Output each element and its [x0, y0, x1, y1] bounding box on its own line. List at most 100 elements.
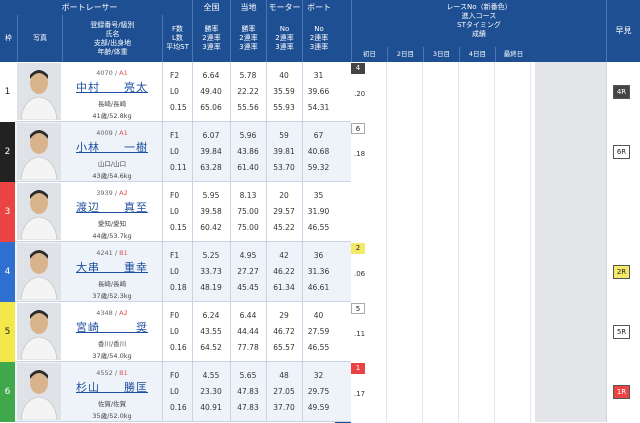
boat-stats-1: 40 [313, 311, 324, 320]
st-timing: .20 [354, 90, 366, 98]
boat-stats-1: 36 [313, 251, 324, 260]
touchi-stats-1: 5.78 [239, 71, 257, 80]
racer-branch: 佐賀/佐賀 [97, 400, 127, 408]
quick-race-link[interactable]: 2R [613, 265, 630, 279]
zenkoku-header: 全国 [192, 0, 230, 15]
touchi-stats-1: 5.65 [239, 371, 257, 380]
racer-photo [17, 243, 61, 300]
zenkoku-stats-2: 39.84 [200, 147, 222, 156]
boat-stats: 67 40.68 59.32 [302, 122, 335, 182]
racer-profile: 4241 / B1 大串 重幸 長崎/長崎 37歳/52.3kg [62, 242, 162, 302]
l-count: L0 [170, 327, 179, 336]
racer-name-link[interactable]: 宮崎 奨 [62, 319, 162, 335]
zenkoku-stats-3: 40.91 [200, 403, 222, 412]
days-header: 初日 2日目 3日目 4日目 最終日 [351, 47, 606, 62]
racer-profile: 4552 / B1 杉山 勝匡 佐賀/佐賀 35歳/52.0kg [62, 362, 162, 422]
zenkoku-stats-2: 43.55 [200, 327, 222, 336]
f-stats: F0 L0 0.16 [162, 362, 192, 422]
race-no-tag: 4 [351, 63, 365, 74]
f-count: F0 [170, 191, 180, 200]
racer-class: A2 [119, 309, 128, 317]
touchi-stats-3: 75.00 [237, 223, 259, 232]
result-cell [459, 62, 495, 122]
f-count: F0 [170, 311, 180, 320]
motor-stats-2: 35.59 [273, 87, 295, 96]
touchi-stats: 5.65 47.83 47.83 [230, 362, 266, 422]
zenkoku-stats-1: 5.95 [202, 191, 220, 200]
racer-id: 3939 [96, 189, 113, 197]
touchi-header: 当地 [230, 0, 266, 15]
race-no-tag: 2 [351, 243, 365, 254]
racer-branch: 長崎/長崎 [97, 280, 127, 288]
boat-header: ボート [302, 0, 335, 15]
motor-stats-2: 27.05 [273, 387, 295, 396]
race-no-tag: 1 [351, 363, 365, 374]
boat-stats-1: 35 [313, 191, 324, 200]
racer-age-weight: 35歳/52.0kg [92, 412, 132, 420]
boat-stats-2: 27.59 [307, 327, 330, 336]
racer-name-link[interactable]: 杉山 勝匡 [62, 379, 162, 395]
racer-age-weight: 44歳/53.7kg [92, 232, 132, 240]
racer-name-link[interactable]: 小林 一樹 [62, 139, 162, 155]
motor-stats-2: 46.72 [273, 327, 295, 336]
racer-row: 1 4070 / A1 中村 亮太 長崎/長崎 41歳/52.8kg F2 L0… [0, 62, 640, 122]
result-cell [351, 182, 387, 242]
motor-stats-1: 29 [279, 311, 289, 320]
waku-number: 6 [0, 362, 15, 422]
touchi-stats-1: 6.44 [239, 311, 257, 320]
result-cell [495, 362, 531, 422]
racer-row: 6 4552 / B1 杉山 勝匡 佐賀/佐賀 35歳/52.0kg F0 L0… [0, 362, 640, 422]
results-grid: 6 .18 [351, 122, 606, 182]
result-cell [423, 62, 459, 122]
touchi-stats: 4.95 27.27 45.45 [230, 242, 266, 302]
day-header-3: 3日目 [423, 47, 459, 62]
touchi-stats-3: 55.56 [237, 103, 259, 112]
racer-branch: 長崎/長崎 [97, 100, 127, 108]
racer-id-line: 4241 / B1 [96, 249, 128, 257]
boat-stats-2: 29.75 [307, 387, 330, 396]
waku-number: 4 [0, 242, 15, 302]
racer-silhouette-icon [17, 123, 61, 180]
boat-stats: 40 27.59 46.55 [302, 302, 335, 362]
quick-race-link[interactable]: 1R [613, 385, 630, 399]
result-cell [423, 242, 459, 302]
l-count: L0 [170, 207, 179, 216]
day-header-4: 4日目 [459, 47, 495, 62]
result-cell [423, 362, 459, 422]
boat-stats-2: 31.90 [307, 207, 330, 216]
quick-race-link[interactable]: 6R [613, 145, 630, 159]
f-stats: F1 L0 0.11 [162, 122, 192, 182]
motor-stats-1: 42 [279, 251, 289, 260]
racer-age-weight: 41歳/52.8kg [92, 112, 132, 120]
motor-stats: 20 29.57 45.22 [266, 182, 302, 242]
boat-stats-3: 54.31 [307, 103, 330, 112]
motor-stats: 42 46.22 61.34 [266, 242, 302, 302]
zenkoku-stats-3: 60.42 [200, 223, 222, 232]
zenkoku-stats-2: 49.40 [200, 87, 222, 96]
racer-photo [17, 303, 61, 360]
racer-name-link[interactable]: 大串 重幸 [62, 259, 162, 275]
race-program: 枠 ボートレーサー 写真 登録番号/級別 氏名 支部/出身地 年齢/体重 F数 … [0, 0, 640, 423]
racer-id-line: 4070 / A1 [96, 69, 128, 77]
avg-st: 0.16 [170, 343, 187, 352]
racer-name-link[interactable]: 渡辺 真至 [62, 199, 162, 215]
racer-id: 4348 [96, 309, 113, 317]
boat-stats-3: 46.55 [307, 223, 330, 232]
zenkoku-stats-1: 5.25 [202, 251, 220, 260]
racer-name-link[interactable]: 中村 亮太 [62, 79, 162, 95]
results-grid: 1 .17 [351, 362, 606, 422]
boat-stats-2: 31.36 [307, 267, 330, 276]
quick-race-link[interactable]: 4R [613, 85, 630, 99]
waku-number: 5 [0, 302, 15, 362]
touchi-stats-2: 43.86 [237, 147, 259, 156]
racer-branch: 香川/香川 [97, 340, 127, 348]
zenkoku-stats-3: 64.52 [200, 343, 222, 352]
zenkoku-stats-3: 63.28 [200, 163, 222, 172]
result-cell [423, 302, 459, 362]
racer-class: B1 [119, 369, 128, 377]
waku-header-top [0, 0, 17, 15]
quick-race-link[interactable]: 5R [613, 325, 630, 339]
racer-silhouette-icon [17, 63, 61, 120]
zenkoku-stats: 6.07 39.84 63.28 [192, 122, 230, 182]
results-grid: 4 .20 [351, 62, 606, 122]
